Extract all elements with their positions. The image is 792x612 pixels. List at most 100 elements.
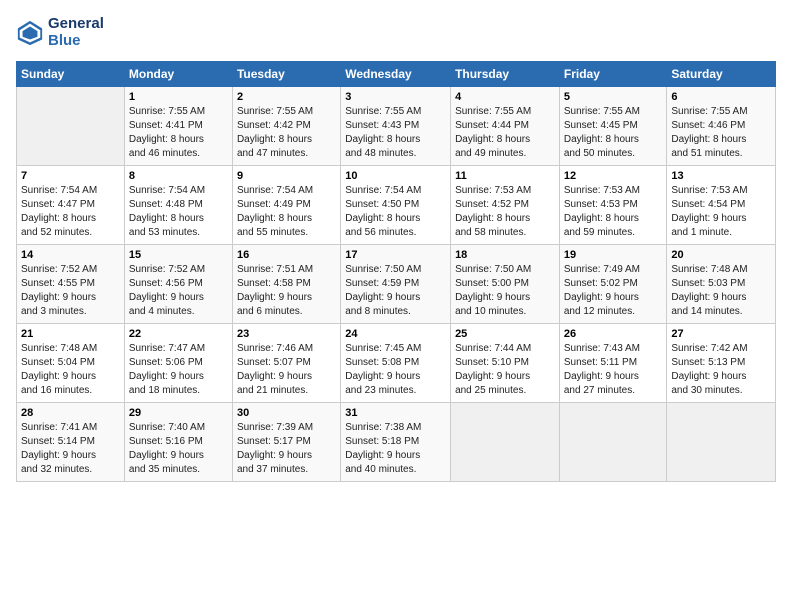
- day-number: 17: [345, 249, 446, 261]
- day-number: 31: [345, 407, 446, 419]
- day-number: 4: [455, 91, 555, 103]
- day-info: Sunrise: 7:54 AMSunset: 4:48 PMDaylight:…: [129, 184, 228, 240]
- day-number: 27: [671, 328, 771, 340]
- calendar-cell: 27 Sunrise: 7:42 AMSunset: 5:13 PMDayligh…: [667, 324, 776, 403]
- day-info: Sunrise: 7:51 AMSunset: 4:58 PMDaylight:…: [237, 263, 336, 319]
- calendar-cell: 10 Sunrise: 7:54 AMSunset: 4:50 PMDayligh…: [341, 166, 451, 245]
- calendar-cell: 5 Sunrise: 7:55 AMSunset: 4:45 PMDaylight…: [559, 87, 667, 166]
- calendar-cell: 18 Sunrise: 7:50 AMSunset: 5:00 PMDayligh…: [451, 245, 560, 324]
- day-info: Sunrise: 7:54 AMSunset: 4:50 PMDaylight:…: [345, 184, 446, 240]
- day-info: Sunrise: 7:41 AMSunset: 5:14 PMDaylight:…: [21, 421, 120, 477]
- calendar-week-2: 7 Sunrise: 7:54 AMSunset: 4:47 PMDaylight…: [17, 166, 776, 245]
- day-header-friday: Friday: [559, 62, 667, 87]
- calendar-cell: 2Sunrise: 7:55 AMSunset: 4:42 PMDaylight…: [232, 87, 340, 166]
- day-info: Sunrise: 7:54 AMSunset: 4:49 PMDaylight:…: [237, 184, 336, 240]
- day-info: Sunrise: 7:50 AMSunset: 5:00 PMDaylight:…: [455, 263, 555, 319]
- day-info: Sunrise: 7:39 AMSunset: 5:17 PMDaylight:…: [237, 421, 336, 477]
- day-number: 22: [129, 328, 228, 340]
- day-number: 14: [21, 249, 120, 261]
- calendar-cell: 22Sunrise: 7:47 AMSunset: 5:06 PMDayligh…: [124, 324, 232, 403]
- day-info: Sunrise: 7:38 AMSunset: 5:18 PMDaylight:…: [345, 421, 446, 477]
- calendar-cell: [559, 403, 667, 482]
- calendar-week-1: 1Sunrise: 7:55 AMSunset: 4:41 PMDaylight…: [17, 87, 776, 166]
- day-info: Sunrise: 7:55 AMSunset: 4:42 PMDaylight:…: [237, 105, 336, 161]
- day-info: Sunrise: 7:55 AMSunset: 4:41 PMDaylight:…: [129, 105, 228, 161]
- day-info: Sunrise: 7:53 AMSunset: 4:52 PMDaylight:…: [455, 184, 555, 240]
- calendar-cell: 17 Sunrise: 7:50 AMSunset: 4:59 PMDayligh…: [341, 245, 451, 324]
- day-header-thursday: Thursday: [451, 62, 560, 87]
- day-number: 18: [455, 249, 555, 261]
- calendar-cell: 15 Sunrise: 7:52 AMSunset: 4:56 PMDayligh…: [124, 245, 232, 324]
- calendar-cell: 28 Sunrise: 7:41 AMSunset: 5:14 PMDayligh…: [17, 403, 125, 482]
- day-number: 9: [237, 170, 336, 182]
- day-number: 6: [671, 91, 771, 103]
- calendar-cell: [17, 87, 125, 166]
- day-info: Sunrise: 7:43 AMSunset: 5:11 PMDaylight:…: [564, 342, 663, 398]
- day-info: Sunrise: 7:50 AMSunset: 4:59 PMDaylight:…: [345, 263, 446, 319]
- day-info: Sunrise: 7:53 AMSunset: 4:53 PMDaylight:…: [564, 184, 663, 240]
- calendar-cell: 23Sunrise: 7:46 AMSunset: 5:07 PMDayligh…: [232, 324, 340, 403]
- calendar-cell: 1Sunrise: 7:55 AMSunset: 4:41 PMDaylight…: [124, 87, 232, 166]
- calendar-table: SundayMondayTuesdayWednesdayThursdayFrid…: [16, 61, 776, 482]
- calendar-week-5: 28 Sunrise: 7:41 AMSunset: 5:14 PMDayligh…: [17, 403, 776, 482]
- day-info: Sunrise: 7:52 AMSunset: 4:55 PMDaylight:…: [21, 263, 120, 319]
- calendar-cell: 31 Sunrise: 7:38 AMSunset: 5:18 PMDayligh…: [341, 403, 451, 482]
- calendar-cell: 6 Sunrise: 7:55 AMSunset: 4:46 PMDaylight…: [667, 87, 776, 166]
- day-header-monday: Monday: [124, 62, 232, 87]
- day-number: 29: [129, 407, 228, 419]
- calendar-cell: 8Sunrise: 7:54 AMSunset: 4:48 PMDaylight…: [124, 166, 232, 245]
- calendar-cell: 25Sunrise: 7:44 AMSunset: 5:10 PMDayligh…: [451, 324, 560, 403]
- day-info: Sunrise: 7:55 AMSunset: 4:43 PMDaylight:…: [345, 105, 446, 161]
- day-number: 30: [237, 407, 336, 419]
- calendar-cell: 30 Sunrise: 7:39 AMSunset: 5:17 PMDayligh…: [232, 403, 340, 482]
- day-info: Sunrise: 7:54 AMSunset: 4:47 PMDaylight:…: [21, 184, 120, 240]
- calendar-cell: 12 Sunrise: 7:53 AMSunset: 4:53 PMDayligh…: [559, 166, 667, 245]
- calendar-cell: 13Sunrise: 7:53 AMSunset: 4:54 PMDayligh…: [667, 166, 776, 245]
- calendar-cell: 24 Sunrise: 7:45 AMSunset: 5:08 PMDayligh…: [341, 324, 451, 403]
- day-header-sunday: Sunday: [17, 62, 125, 87]
- day-number: 11: [455, 170, 555, 182]
- day-info: Sunrise: 7:45 AMSunset: 5:08 PMDaylight:…: [345, 342, 446, 398]
- calendar-cell: 9 Sunrise: 7:54 AMSunset: 4:49 PMDaylight…: [232, 166, 340, 245]
- day-header-wednesday: Wednesday: [341, 62, 451, 87]
- calendar-cell: [451, 403, 560, 482]
- day-info: Sunrise: 7:48 AMSunset: 5:04 PMDaylight:…: [21, 342, 120, 398]
- day-number: 7: [21, 170, 120, 182]
- logo-text: General Blue: [48, 16, 104, 49]
- day-info: Sunrise: 7:55 AMSunset: 4:46 PMDaylight:…: [671, 105, 771, 161]
- calendar-header-row: SundayMondayTuesdayWednesdayThursdayFrid…: [17, 62, 776, 87]
- calendar-cell: 21 Sunrise: 7:48 AMSunset: 5:04 PMDayligh…: [17, 324, 125, 403]
- day-info: Sunrise: 7:55 AMSunset: 4:45 PMDaylight:…: [564, 105, 663, 161]
- day-header-saturday: Saturday: [667, 62, 776, 87]
- day-number: 26: [564, 328, 663, 340]
- day-info: Sunrise: 7:44 AMSunset: 5:10 PMDaylight:…: [455, 342, 555, 398]
- day-info: Sunrise: 7:49 AMSunset: 5:02 PMDaylight:…: [564, 263, 663, 319]
- calendar-week-4: 21 Sunrise: 7:48 AMSunset: 5:04 PMDayligh…: [17, 324, 776, 403]
- calendar-cell: 20 Sunrise: 7:48 AMSunset: 5:03 PMDayligh…: [667, 245, 776, 324]
- day-number: 5: [564, 91, 663, 103]
- calendar-body: 1Sunrise: 7:55 AMSunset: 4:41 PMDaylight…: [17, 87, 776, 482]
- day-number: 3: [345, 91, 446, 103]
- day-header-tuesday: Tuesday: [232, 62, 340, 87]
- day-number: 12: [564, 170, 663, 182]
- day-info: Sunrise: 7:40 AMSunset: 5:16 PMDaylight:…: [129, 421, 228, 477]
- calendar-cell: 19Sunrise: 7:49 AMSunset: 5:02 PMDayligh…: [559, 245, 667, 324]
- day-info: Sunrise: 7:55 AMSunset: 4:44 PMDaylight:…: [455, 105, 555, 161]
- day-info: Sunrise: 7:52 AMSunset: 4:56 PMDaylight:…: [129, 263, 228, 319]
- day-info: Sunrise: 7:42 AMSunset: 5:13 PMDaylight:…: [671, 342, 771, 398]
- day-number: 10: [345, 170, 446, 182]
- calendar-cell: [667, 403, 776, 482]
- day-info: Sunrise: 7:46 AMSunset: 5:07 PMDaylight:…: [237, 342, 336, 398]
- day-number: 21: [21, 328, 120, 340]
- calendar-cell: 14 Sunrise: 7:52 AMSunset: 4:55 PMDayligh…: [17, 245, 125, 324]
- calendar-week-3: 14 Sunrise: 7:52 AMSunset: 4:55 PMDayligh…: [17, 245, 776, 324]
- day-number: 28: [21, 407, 120, 419]
- day-number: 20: [671, 249, 771, 261]
- logo: General Blue: [16, 16, 104, 49]
- day-number: 16: [237, 249, 336, 261]
- day-number: 24: [345, 328, 446, 340]
- day-info: Sunrise: 7:48 AMSunset: 5:03 PMDaylight:…: [671, 263, 771, 319]
- calendar-cell: 3 Sunrise: 7:55 AMSunset: 4:43 PMDaylight…: [341, 87, 451, 166]
- day-number: 15: [129, 249, 228, 261]
- calendar-cell: 7 Sunrise: 7:54 AMSunset: 4:47 PMDaylight…: [17, 166, 125, 245]
